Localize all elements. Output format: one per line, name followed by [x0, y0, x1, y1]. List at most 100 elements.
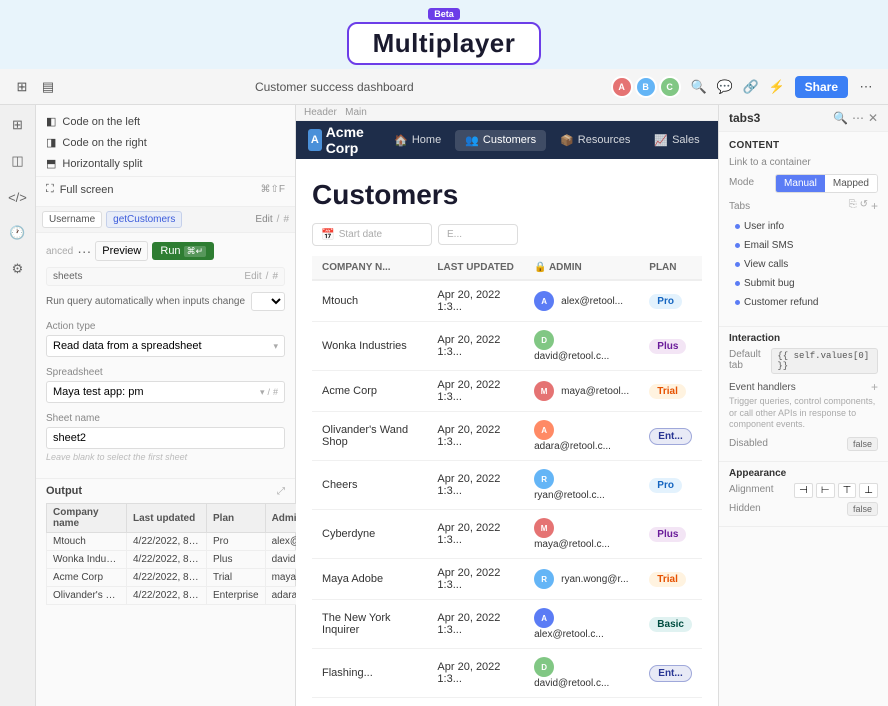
- mode-manual[interactable]: Manual: [776, 175, 825, 192]
- tab-actions: Edit / #: [255, 214, 289, 225]
- appearance-section: Appearance Alignment ⊣ ⊢ ⊤ ⊥ Hidden fals…: [719, 462, 888, 527]
- query-tab-bar: Username getCustomers Edit / #: [36, 207, 295, 233]
- hash-btn[interactable]: #: [283, 214, 289, 225]
- action-type-group: Action type Read data from a spreadsheet…: [46, 321, 285, 357]
- share-button[interactable]: Share: [795, 76, 848, 98]
- right-panel: tabs3 🔍 ⋯ ✕ Content Link to a container …: [718, 105, 888, 706]
- refresh-tab-icon[interactable]: ↺: [860, 199, 868, 213]
- mode-field: Mode Manual Mapped: [729, 174, 878, 193]
- right-panel-title: tabs3: [729, 111, 760, 125]
- app-content-toolbar: 📅 Start date E...: [312, 223, 702, 246]
- app-logo: A Acme Corp: [308, 124, 372, 156]
- preview-button[interactable]: Preview: [95, 241, 148, 261]
- customers-table-header: Company n... Last updated 🔒 Admin Plan: [312, 256, 702, 280]
- code-right-icon: ◨: [46, 136, 56, 149]
- sheet-name-input[interactable]: sheet2: [46, 427, 285, 449]
- username-tab[interactable]: Username: [42, 211, 102, 228]
- sidebar-icon-clock[interactable]: 🕐: [6, 221, 30, 245]
- nav-item-resources[interactable]: 📦 Resources: [550, 130, 640, 151]
- output-header: Output ⤢: [46, 485, 285, 497]
- customer-row[interactable]: Maya Adobe Apr 20, 2022 1:3... R ryan.wo…: [312, 559, 702, 600]
- tab-list-item-2[interactable]: View calls: [729, 255, 878, 274]
- customer-row[interactable]: Cheers Apr 20, 2022 1:3... R ryan@retool…: [312, 461, 702, 510]
- filter-input[interactable]: E...: [438, 224, 518, 245]
- customer-row[interactable]: Wonka Industries Apr 20, 2022 1:3... D d…: [312, 322, 702, 371]
- app-frame: A Acme Corp 🏠 Home 👥 Customers 📦 Resourc…: [296, 121, 718, 706]
- search-right-icon[interactable]: 🔍: [833, 111, 848, 125]
- code-right-item[interactable]: ◨ Code on the right: [36, 132, 295, 153]
- output-expand-icon[interactable]: ⤢: [277, 486, 285, 497]
- sidebar-icon-code[interactable]: </>: [6, 185, 30, 209]
- fullscreen-item[interactable]: ⛶ Full screen ⌘⇧F: [36, 179, 295, 200]
- sidebar-icon-query[interactable]: ◫: [6, 149, 30, 173]
- add-tab-icon[interactable]: +: [871, 199, 878, 213]
- right-toolbar-icons: 🔍 💬 🔗 ⚡: [689, 77, 787, 97]
- interaction-section: Interaction Default tab {{ self.values[0…: [719, 327, 888, 462]
- customer-row[interactable]: The New York Inquirer Apr 20, 2022 1:3..…: [312, 600, 702, 649]
- lightning-icon[interactable]: ⚡: [767, 77, 787, 97]
- preview-frame[interactable]: A Acme Corp 🏠 Home 👥 Customers 📦 Resourc…: [296, 121, 718, 706]
- app-main-content: Customers 📅 Start date E...: [296, 159, 718, 706]
- edit-btn[interactable]: Edit: [255, 214, 272, 225]
- run-button[interactable]: Run ⌘↵: [152, 242, 214, 260]
- align-top-btn[interactable]: ⊤: [838, 483, 857, 498]
- hash-sheet-icon[interactable]: #: [272, 271, 278, 282]
- search-hint: anced: [46, 246, 73, 257]
- app-navigation: A Acme Corp 🏠 Home 👥 Customers 📦 Resourc…: [296, 121, 718, 159]
- comment-icon[interactable]: 💬: [715, 77, 735, 97]
- search-icon[interactable]: 🔍: [689, 77, 709, 97]
- close-right-icon[interactable]: ✕: [868, 111, 878, 125]
- customer-row[interactable]: Acme Corp Apr 20, 2022 1:3... M maya@ret…: [312, 371, 702, 412]
- add-event-icon[interactable]: +: [871, 380, 878, 394]
- action-type-select[interactable]: Read data from a spreadsheet ▾: [46, 335, 285, 357]
- sidebar-icon-settings[interactable]: ⚙: [6, 257, 30, 281]
- horizontal-split-icon: ⬒: [46, 157, 56, 170]
- nav-item-customers[interactable]: 👥 Customers: [455, 130, 546, 151]
- window-title: Customer success dashboard: [66, 80, 603, 94]
- tab-list-item-4[interactable]: Customer refund: [729, 293, 878, 312]
- code-left-item[interactable]: ◧ Code on the left: [36, 111, 295, 132]
- date-search[interactable]: 📅 Start date: [312, 223, 432, 246]
- align-right-btn[interactable]: ⊢: [816, 483, 835, 498]
- align-left-btn[interactable]: ⊣: [794, 483, 813, 498]
- edit-sheet-icon[interactable]: Edit: [244, 271, 261, 282]
- copy-tab-icon[interactable]: ⎘: [849, 199, 857, 213]
- avatar-2: B: [635, 76, 657, 98]
- trigger-hint: Trigger queries, control components, or …: [729, 396, 878, 431]
- mode-mapped[interactable]: Mapped: [825, 175, 877, 192]
- sidebar-icon-layout[interactable]: ⊞: [6, 113, 30, 137]
- mode-toggle[interactable]: Manual Mapped: [775, 174, 878, 193]
- auto-run-row: Run query automatically when inputs chan…: [46, 292, 285, 311]
- customer-row[interactable]: Mtouch Apr 20, 2022 1:3... A alex@retool…: [312, 280, 702, 322]
- page-title: Customers: [312, 179, 702, 211]
- logo-icon: A: [308, 129, 322, 151]
- customer-row[interactable]: Cyberdyne Apr 20, 2022 1:3... M maya@ret…: [312, 510, 702, 559]
- user-avatars: A B C: [611, 76, 681, 98]
- auto-run-select[interactable]: [251, 292, 285, 311]
- main-toolbar: ⊞ ▤ Customer success dashboard A B C 🔍 💬…: [0, 69, 888, 105]
- customer-row[interactable]: Olivander's Wand Shop Apr 20, 2022 1:3..…: [312, 412, 702, 461]
- top-bar: Beta Multiplayer: [0, 0, 888, 69]
- tab-list-item-3[interactable]: Submit bug: [729, 274, 878, 293]
- get-customers-tab[interactable]: getCustomers: [106, 211, 182, 228]
- tab-list-item-0[interactable]: User info: [729, 217, 878, 236]
- more-icon[interactable]: ⋯: [856, 77, 876, 97]
- run-shortcut: ⌘↵: [184, 246, 207, 257]
- code-left-icon: ◧: [46, 115, 56, 128]
- fullscreen-icon: ⛶: [46, 183, 54, 196]
- spreadsheet-select[interactable]: Maya test app: pm ▾ / #: [46, 381, 285, 403]
- nav-item-sales[interactable]: 📈 Sales: [644, 130, 709, 151]
- tabs-field: Tabs ⎘ ↺ + User infoEmail SMSView callsS…: [729, 199, 878, 312]
- align-bottom-btn[interactable]: ⊥: [859, 483, 878, 498]
- customer-row[interactable]: Flashing... Apr 20, 2022 1:3... D david@…: [312, 649, 702, 698]
- nav-item-home[interactable]: 🏠 Home: [384, 130, 451, 151]
- link-icon[interactable]: 🔗: [741, 77, 761, 97]
- more-right-icon[interactable]: ⋯: [852, 111, 864, 125]
- dots-button[interactable]: ···: [77, 243, 91, 259]
- sheets-row: sheets Edit / #: [46, 267, 285, 286]
- grid-icon[interactable]: ⊞: [12, 77, 32, 97]
- history-icon[interactable]: ▤: [38, 77, 58, 97]
- tab-list-item-1[interactable]: Email SMS: [729, 236, 878, 255]
- spreadsheet-edit-icon[interactable]: #: [273, 387, 278, 398]
- horizontal-split-item[interactable]: ⬒ Horizontally split: [36, 153, 295, 174]
